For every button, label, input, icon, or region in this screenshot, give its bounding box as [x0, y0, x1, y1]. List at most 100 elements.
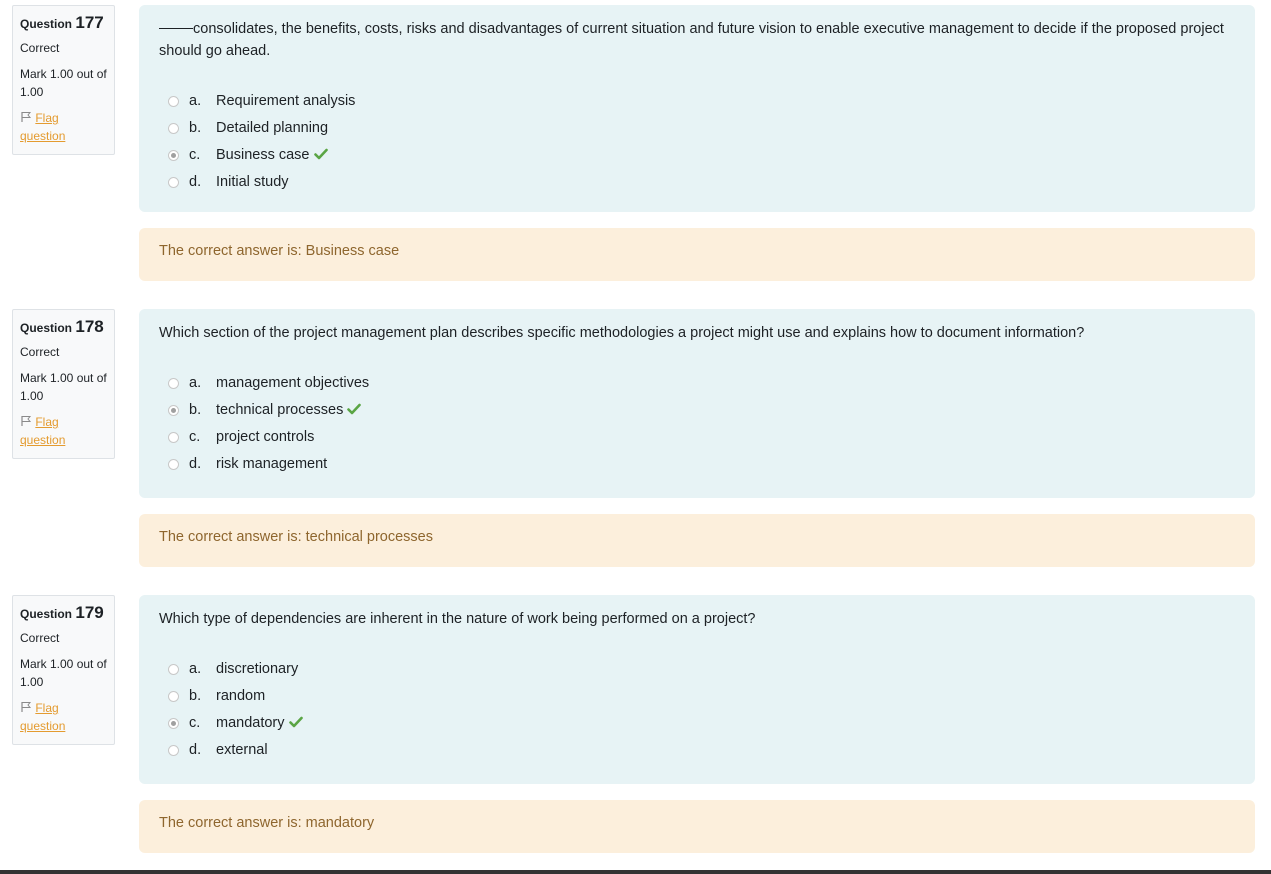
answer-letter: a. [189, 93, 202, 109]
answer-options: a. Requirement analysis b. Detailed plannin… [159, 88, 1235, 196]
correct-answer-feedback: The correct answer is: mandatory [139, 800, 1255, 853]
answer-radio[interactable] [168, 177, 179, 188]
question-text: Which section of the project management … [159, 325, 1085, 341]
answer-label: discretionary [216, 661, 299, 677]
answer-letter: a. [189, 375, 202, 391]
question-number: Question 179 [20, 602, 107, 625]
answer-letter: b. [189, 120, 202, 136]
answer-option[interactable]: b. Detailed planning [159, 115, 1235, 142]
question-number: Question 178 [20, 316, 107, 339]
answer-label: Detailed planning [216, 120, 329, 136]
answer-label: external [216, 742, 268, 758]
answer-text: Initial study [216, 169, 289, 196]
question-number: Question 177 [20, 12, 107, 35]
flag-icon [21, 702, 32, 712]
answer-option[interactable]: c. project controls [159, 424, 1235, 451]
answer-letter: a. [189, 661, 202, 677]
question-formulation: Which type of dependencies are inherent … [139, 595, 1255, 784]
answer-option[interactable]: b. random [159, 683, 1235, 710]
answer-option[interactable]: c. mandatory [159, 710, 1235, 737]
answer-label: random [216, 688, 266, 704]
question-grade: Mark 1.00 out of 1.00 [20, 371, 107, 403]
bottom-border [0, 870, 1271, 874]
question-state: Correct [20, 631, 60, 645]
answer-radio[interactable] [168, 123, 179, 134]
answer-text: Requirement analysis [216, 88, 355, 115]
answer-option[interactable]: d. risk management [159, 451, 1235, 478]
question-state: Correct [20, 41, 60, 55]
answer-label: management objectives [216, 375, 370, 391]
answer-option[interactable]: d. Initial study [159, 169, 1235, 196]
answer-options: a. management objectives b. technical proce… [159, 370, 1235, 478]
question-state: Correct [20, 345, 60, 359]
flag-icon [21, 112, 32, 122]
question-formulation: Which section of the project management … [139, 309, 1255, 498]
quiz-review-page: Question 177 Correct Mark 1.00 out of 1.… [0, 0, 1271, 874]
answer-option[interactable]: a. discretionary [159, 656, 1235, 683]
answer-option[interactable]: a. management objectives [159, 370, 1235, 397]
answer-option[interactable]: c. Business case [159, 142, 1235, 169]
answer-label: project controls [216, 429, 315, 445]
question-grade: Mark 1.00 out of 1.00 [20, 67, 107, 99]
fill-in-blank [159, 28, 193, 29]
answer-text: management objectives [216, 370, 369, 397]
question-info: Question 179 Correct Mark 1.00 out of 1.… [12, 595, 115, 745]
answer-label: technical processes [216, 402, 344, 418]
question-text: Which type of dependencies are inherent … [159, 611, 756, 627]
question-formulation: consolidates, the benefits, costs, risks… [139, 5, 1255, 212]
answer-letter: c. [189, 429, 201, 445]
answer-option[interactable]: d. external [159, 737, 1235, 764]
question-number-value: 178 [75, 317, 104, 336]
flag-question[interactable]: Flag question [20, 699, 107, 735]
answer-option[interactable]: a. Requirement analysis [159, 88, 1235, 115]
question-info: Question 177 Correct Mark 1.00 out of 1.… [12, 5, 115, 155]
answer-label: Initial study [216, 174, 289, 190]
correct-answer-feedback: The correct answer is: technical process… [139, 514, 1255, 567]
answer-radio[interactable] [168, 405, 179, 416]
answer-text: discretionary [216, 656, 298, 683]
answer-radio[interactable] [168, 664, 179, 675]
answer-letter: b. [189, 402, 202, 418]
answer-radio[interactable] [168, 96, 179, 107]
answer-letter: b. [189, 688, 202, 704]
answer-letter: d. [189, 174, 202, 190]
correct-check-icon [347, 403, 362, 415]
question-info: Question 178 Correct Mark 1.00 out of 1.… [12, 309, 115, 459]
answer-radio[interactable] [168, 718, 179, 729]
question-text-body: consolidates, the benefits, costs, risks… [159, 21, 1224, 59]
answer-options: a. discretionary b. random c. mandatory d. exte… [159, 656, 1235, 764]
answer-radio[interactable] [168, 150, 179, 161]
answer-text: random [216, 683, 265, 710]
question-label: Question [20, 607, 73, 621]
answer-radio[interactable] [168, 378, 179, 389]
question-number-value: 179 [75, 603, 104, 622]
answer-option[interactable]: b. technical processes [159, 397, 1235, 424]
question-grade: Mark 1.00 out of 1.00 [20, 657, 107, 689]
answer-letter: c. [189, 147, 201, 163]
answer-radio[interactable] [168, 745, 179, 756]
question-label: Question [20, 321, 73, 335]
answer-radio[interactable] [168, 432, 179, 443]
answer-letter: d. [189, 742, 202, 758]
flag-question[interactable]: Flag question [20, 413, 107, 449]
answer-text: project controls [216, 424, 314, 451]
answer-label: Business case [216, 147, 310, 163]
correct-check-icon [313, 148, 328, 160]
answer-radio[interactable] [168, 459, 179, 470]
answer-text: Business case [216, 142, 328, 169]
answer-letter: c. [189, 715, 201, 731]
question-text: consolidates, the benefits, costs, risks… [159, 18, 1235, 62]
answer-text: technical processes [216, 397, 362, 424]
flag-icon [21, 416, 32, 426]
answer-text: risk management [216, 451, 327, 478]
answer-label: Requirement analysis [216, 93, 356, 109]
answer-text: external [216, 737, 268, 764]
correct-answer-feedback: The correct answer is: Business case [139, 228, 1255, 281]
answer-label: risk management [216, 456, 328, 472]
answer-text: mandatory [216, 710, 303, 737]
flag-question[interactable]: Flag question [20, 109, 107, 145]
answer-radio[interactable] [168, 691, 179, 702]
answer-text: Detailed planning [216, 115, 328, 142]
question-number-value: 177 [75, 13, 104, 32]
answer-letter: d. [189, 456, 202, 472]
